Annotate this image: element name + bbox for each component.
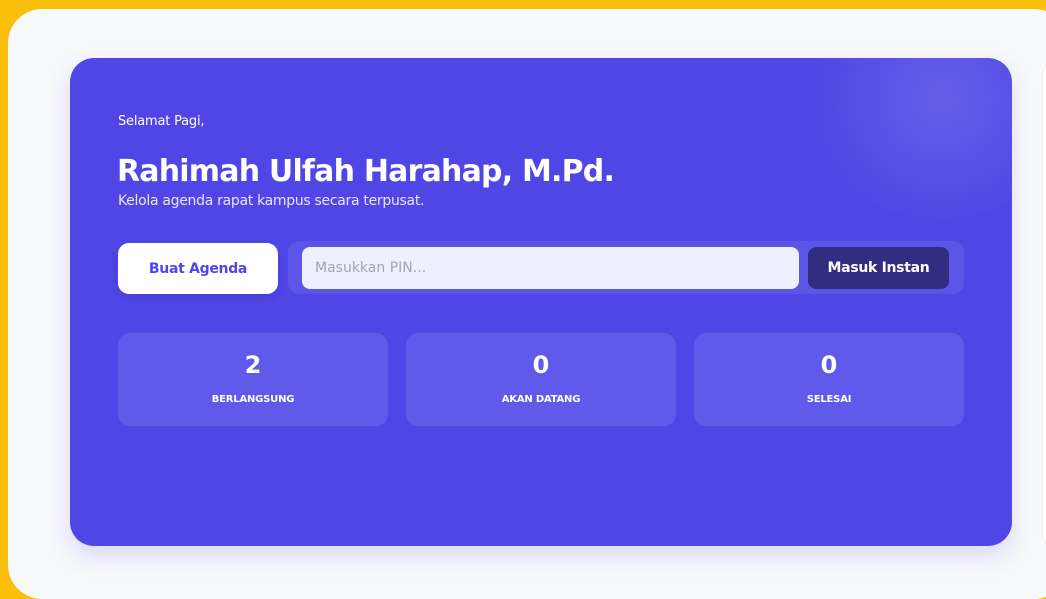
stat-card-berlangsung: 2 BERLANGSUNG — [118, 333, 388, 426]
pin-input[interactable] — [302, 247, 799, 289]
stat-label-selesai: SELESAI — [806, 394, 852, 405]
greeting-text: Selamat Pagi, — [118, 114, 205, 129]
app-viewport: Selamat Pagi, Rahimah Ulfah Harahap, M.P… — [8, 9, 1046, 599]
stat-value-akan-datang: 0 — [532, 351, 550, 379]
stat-label-berlangsung: BERLANGSUNG — [211, 394, 295, 405]
hero-welcome-card: Selamat Pagi, Rahimah Ulfah Harahap, M.P… — [70, 58, 1012, 546]
side-panel-edge — [1042, 59, 1046, 549]
hero-subtitle: Kelola agenda rapat kampus secara terpus… — [118, 193, 425, 209]
stat-card-akan-datang: 0 AKAN DATANG — [406, 333, 676, 426]
stat-value-selesai: 0 — [820, 351, 838, 379]
pin-join-group: Masuk Instan — [288, 241, 964, 294]
create-agenda-button[interactable]: Buat Agenda — [118, 243, 278, 294]
instant-join-button[interactable]: Masuk Instan — [808, 247, 949, 289]
stat-label-akan-datang: AKAN DATANG — [501, 394, 581, 405]
stat-value-berlangsung: 2 — [244, 351, 262, 379]
stat-card-selesai: 0 SELESAI — [694, 333, 964, 426]
user-name-heading: Rahimah Ulfah Harahap, M.Pd. — [117, 154, 615, 190]
hero-glow-decoration — [802, 58, 1012, 218]
